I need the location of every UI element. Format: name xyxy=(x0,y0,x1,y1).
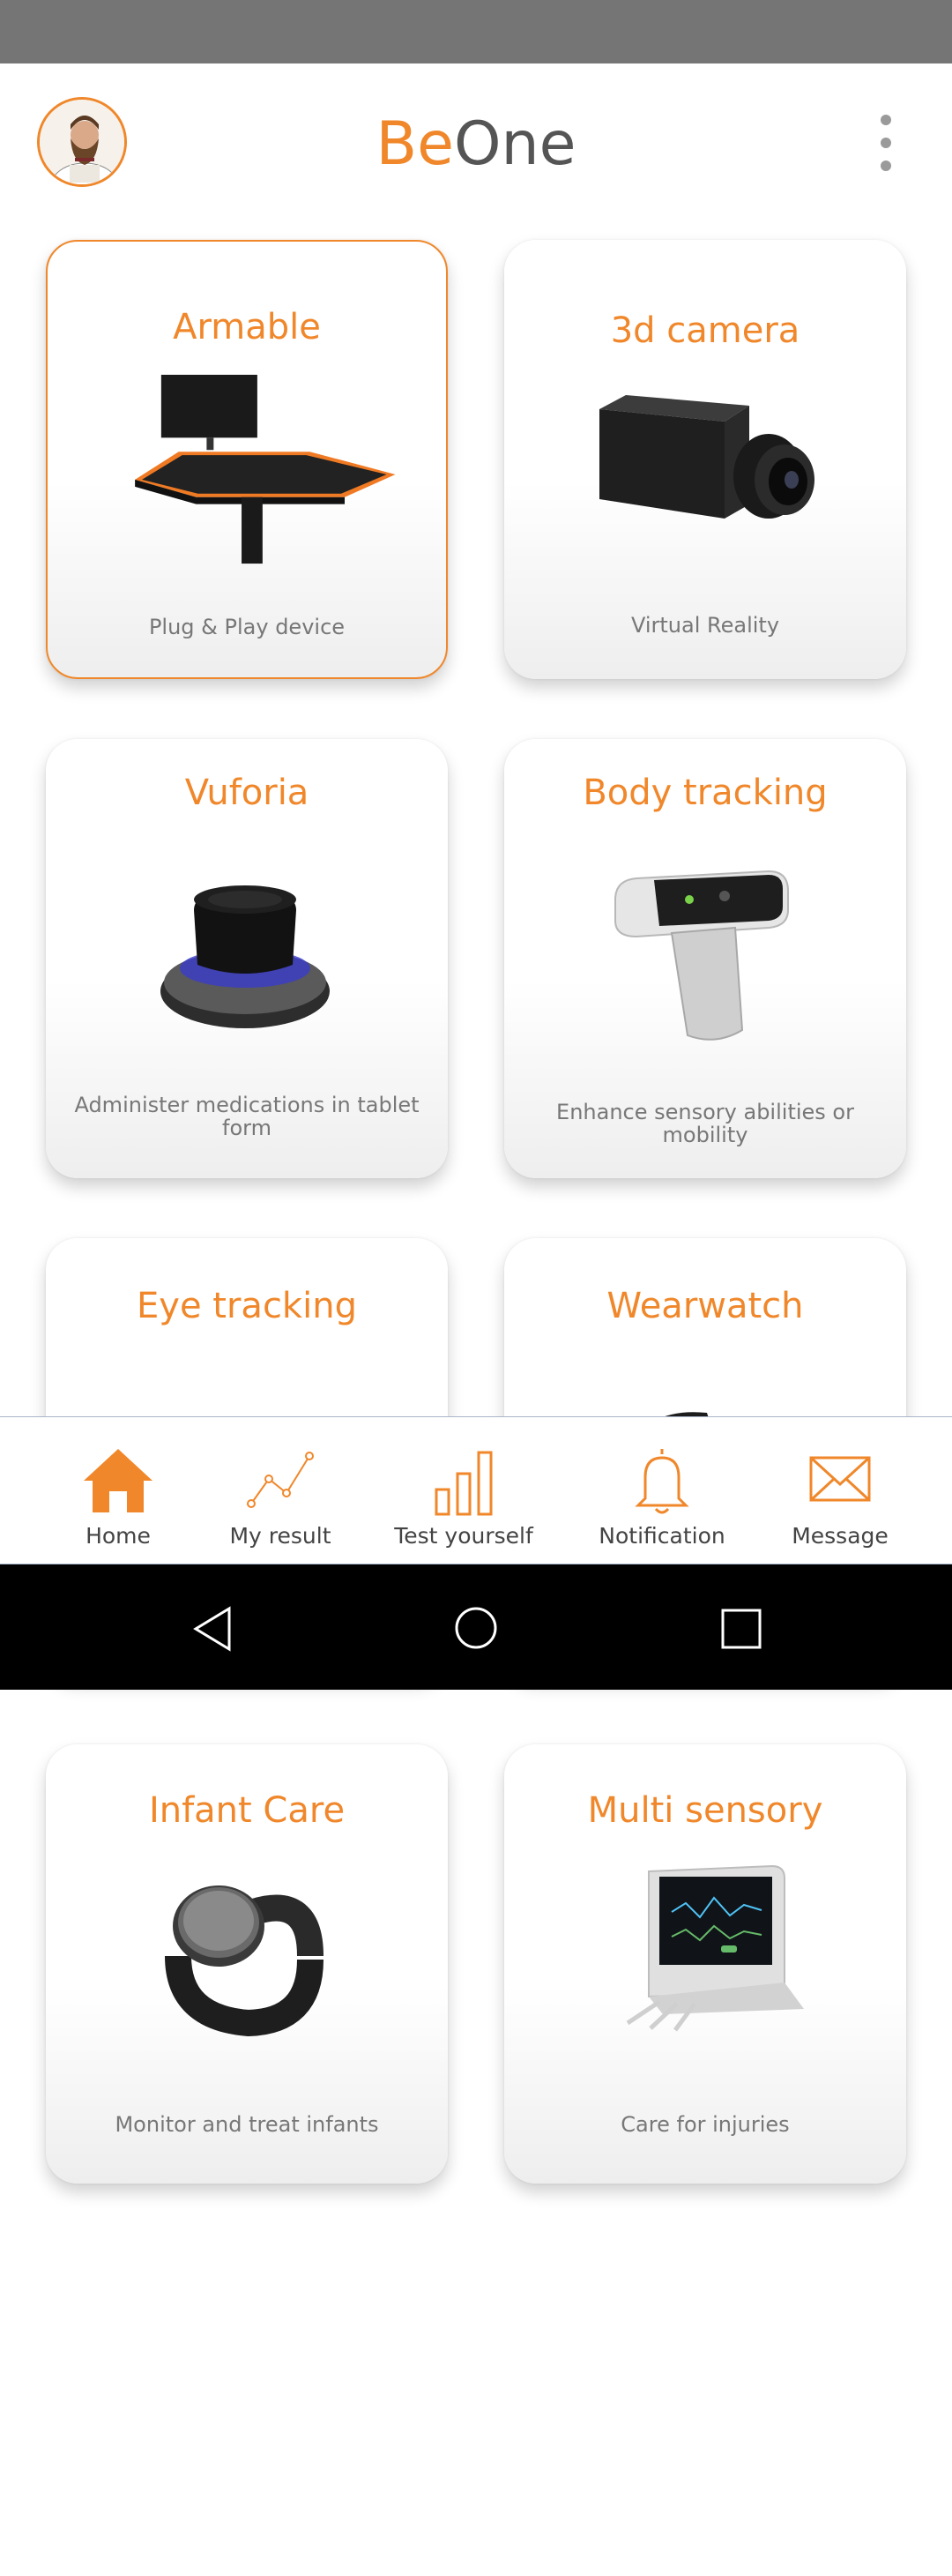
recents-icon[interactable] xyxy=(719,1607,763,1651)
nav-my-result[interactable]: My result xyxy=(212,1417,349,1565)
nav-home[interactable]: Home xyxy=(55,1417,182,1565)
card-body-tracking[interactable]: Body tracking Enhance sensory abilities … xyxy=(504,739,906,1178)
nav-label: Message xyxy=(792,1523,889,1549)
app-logo: BeOne xyxy=(0,109,952,179)
line-chart-icon xyxy=(247,1452,314,1508)
card-subtitle: Care for injuries xyxy=(621,2112,790,2137)
card-title: Body tracking xyxy=(583,773,828,813)
system-nav-bar xyxy=(0,1564,952,1690)
back-icon[interactable] xyxy=(190,1605,234,1653)
nav-label: My result xyxy=(229,1523,331,1549)
envelope-icon xyxy=(809,1456,871,1502)
vuforia-controller-icon xyxy=(160,885,330,1028)
card-title: Eye tracking xyxy=(137,1286,357,1326)
nav-notification[interactable]: Notification xyxy=(587,1417,737,1565)
card-vuforia[interactable]: Vuforia Administer medications in tablet… xyxy=(46,739,448,1178)
nav-label: Notification xyxy=(599,1523,725,1549)
home-icon xyxy=(84,1449,152,1512)
nav-test-yourself[interactable]: Test yourself xyxy=(384,1417,543,1565)
card-title: Wearwatch xyxy=(606,1286,804,1326)
card-subtitle: Monitor and treat infants xyxy=(115,2112,379,2137)
card-armable[interactable]: Armable Plug & Play device xyxy=(46,240,448,679)
monitor-device-icon xyxy=(626,1864,804,2032)
body-tracker-clip-icon xyxy=(614,870,789,1041)
nav-message[interactable]: Message xyxy=(776,1417,904,1565)
bell-icon xyxy=(635,1449,689,1514)
card-title: Infant Care xyxy=(148,1790,346,1831)
status-bar xyxy=(0,0,952,63)
app-header: BeOne xyxy=(0,63,952,222)
bottom-nav: Home My result Test yourself Notificatio… xyxy=(0,1416,952,1564)
bar-chart-icon xyxy=(435,1451,493,1516)
card-subtitle: Virtual Reality xyxy=(630,613,780,638)
card-subtitle: Administer medications in tablet form xyxy=(74,1093,420,1140)
card-title: Multi sensory xyxy=(587,1790,823,1831)
card-title: Vuforia xyxy=(184,773,309,813)
card-3d-camera[interactable]: 3d camera Virtual Reality xyxy=(504,240,906,679)
card-subtitle: Plug & Play device xyxy=(148,615,346,639)
card-title: 3d camera xyxy=(610,310,800,351)
card-subtitle: Enhance sensory abilities or mobility xyxy=(556,1100,854,1147)
card-multi-sensory[interactable]: Multi sensory Care for injuries xyxy=(504,1744,906,2184)
more-vertical-icon[interactable] xyxy=(873,115,899,173)
home-circle-icon[interactable] xyxy=(453,1605,499,1651)
brand-part-be: Be xyxy=(376,109,455,179)
card-infant-care[interactable]: Infant Care Monitor and treat infants xyxy=(46,1744,448,2184)
card-title: Armable xyxy=(173,307,321,347)
infant-band-icon xyxy=(165,1885,324,2037)
brand-part-one: One xyxy=(454,109,576,179)
nav-label: Test yourself xyxy=(394,1523,533,1549)
armable-table-icon xyxy=(135,374,396,564)
nav-label: Home xyxy=(86,1523,151,1549)
camera-icon xyxy=(599,395,814,519)
